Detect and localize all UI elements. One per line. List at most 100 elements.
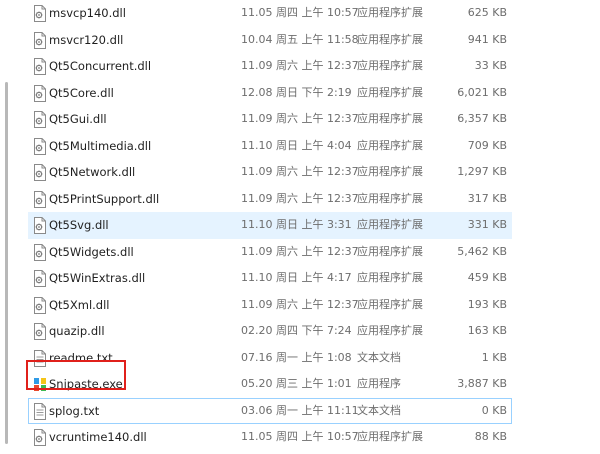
file-name: Qt5Concurrent.dll	[49, 59, 152, 73]
dll-file-icon	[33, 31, 47, 49]
snipaste-app-icon	[33, 376, 47, 393]
file-name: Qt5Gui.dll	[49, 112, 107, 126]
file-type: 应用程序	[357, 377, 401, 390]
file-type: 应用程序扩展	[357, 112, 423, 125]
file-type: 应用程序扩展	[357, 297, 423, 311]
dll-file-icon	[33, 243, 47, 261]
file-row[interactable]: quazip.dll 02.20 周四 下午 7:24 应用程序扩展 163 KB	[28, 318, 512, 345]
file-date-modified: 11.09 周六 上午 12:37	[241, 297, 359, 311]
file-type: 文本文档	[357, 350, 401, 364]
file-row[interactable]: Qt5Xml.dll 11.09 周六 上午 12:37 应用程序扩展 193 KB	[28, 292, 512, 319]
file-size: 6,357 KB	[457, 112, 507, 125]
vertical-scrollbar[interactable]	[0, 0, 13, 454]
file-date-modified: 05.20 周三 上午 1:01	[241, 377, 352, 390]
dll-file-icon	[33, 190, 47, 208]
text-file-icon	[33, 402, 47, 420]
dll-file-icon	[33, 217, 47, 234]
file-name: Qt5Network.dll	[49, 165, 136, 179]
file-date-modified: 11.09 周六 上午 12:37	[241, 112, 359, 125]
file-size: 331 KB	[467, 218, 507, 231]
file-type: 应用程序扩展	[357, 191, 423, 205]
file-name: quazip.dll	[49, 324, 105, 338]
dll-file-icon	[33, 111, 47, 128]
file-type: 应用程序扩展	[357, 138, 423, 152]
file-row[interactable]: Qt5Core.dll 12.08 周日 下午 2:19 应用程序扩展 6,021 K…	[28, 80, 512, 107]
file-size: 1 KB	[481, 350, 507, 364]
dll-file-icon	[33, 137, 47, 155]
file-name: Qt5Multimedia.dll	[49, 138, 152, 153]
file-size: 1,297 KB	[457, 165, 507, 178]
file-type: 应用程序扩展	[357, 32, 423, 46]
file-size: 193 KB	[467, 297, 507, 311]
file-name: Qt5WinExtras.dll	[49, 271, 146, 285]
file-size: 0 KB	[481, 403, 507, 417]
file-size: 317 KB	[467, 191, 507, 205]
file-row[interactable]: msvcp140.dll 11.05 周四 上午 10:57 应用程序扩展 625 K…	[28, 0, 512, 27]
file-date-modified: 03.06 周一 上午 11:11	[241, 403, 359, 417]
file-row[interactable]: Qt5Network.dll 11.09 周六 上午 12:37 应用程序扩展 1,2…	[28, 159, 512, 186]
file-type: 应用程序扩展	[357, 271, 423, 284]
file-size: 625 KB	[467, 6, 507, 19]
file-size: 459 KB	[467, 271, 507, 284]
file-size: 88 KB	[474, 430, 507, 443]
dll-file-icon	[33, 84, 47, 102]
file-type: 应用程序扩展	[357, 430, 423, 443]
text-file-icon	[33, 349, 47, 367]
dll-file-icon	[33, 5, 47, 22]
file-name: Qt5Core.dll	[49, 85, 114, 100]
file-row[interactable]: Qt5Concurrent.dll 11.09 周六 上午 12:37 应用程序扩展…	[28, 53, 512, 80]
file-row[interactable]: vcruntime140.dll 11.05 周四 上午 10:57 应用程序扩展 8…	[28, 424, 512, 451]
dll-file-icon	[33, 270, 47, 287]
file-row[interactable]: Qt5Svg.dll 11.10 周日 上午 3:31 应用程序扩展 331 KB	[28, 212, 512, 239]
file-size: 163 KB	[467, 324, 507, 337]
dll-file-icon	[33, 429, 47, 446]
file-date-modified: 10.04 周五 上午 11:58	[241, 32, 359, 46]
file-size: 33 KB	[474, 59, 507, 72]
file-row[interactable]: Qt5Multimedia.dll 11.10 周日 上午 4:04 应用程序扩展 7…	[28, 133, 512, 160]
file-row[interactable]: Qt5PrintSupport.dll 11.09 周六 上午 12:37 应用程序…	[28, 186, 512, 213]
file-date-modified: 11.10 周日 上午 4:04	[241, 138, 352, 152]
file-list: msvcp140.dll 11.05 周四 上午 10:57 应用程序扩展 625 K…	[28, 0, 512, 451]
file-type: 应用程序扩展	[357, 85, 423, 99]
file-row[interactable]: splog.txt 03.06 周一 上午 11:11 文本文档 0 KB	[28, 397, 512, 424]
file-type: 应用程序扩展	[357, 59, 423, 72]
dll-file-icon	[33, 58, 47, 75]
file-name: Qt5Svg.dll	[49, 218, 109, 232]
file-date-modified: 11.09 周六 上午 12:37	[241, 191, 359, 205]
file-size: 6,021 KB	[457, 85, 507, 99]
file-name: Qt5Xml.dll	[49, 297, 110, 312]
scrollbar-thumb[interactable]	[5, 82, 8, 444]
file-name: Qt5Widgets.dll	[49, 244, 134, 259]
file-size: 709 KB	[467, 138, 507, 152]
file-date-modified: 11.09 周六 上午 12:37	[241, 165, 359, 178]
file-date-modified: 11.10 周日 上午 3:31	[241, 218, 352, 231]
file-date-modified: 11.05 周四 上午 10:57	[241, 430, 359, 443]
file-size: 5,462 KB	[457, 244, 507, 258]
file-name: splog.txt	[49, 403, 100, 418]
file-name: msvcp140.dll	[49, 6, 126, 20]
file-name: readme.txt	[49, 350, 113, 365]
file-date-modified: 11.09 周六 上午 12:37	[241, 244, 359, 258]
file-type: 应用程序扩展	[357, 218, 423, 231]
file-date-modified: 11.09 周六 上午 12:37	[241, 59, 359, 72]
file-row[interactable]: Qt5WinExtras.dll 11.10 周日 上午 4:17 应用程序扩展 45…	[28, 265, 512, 292]
file-date-modified: 02.20 周四 下午 7:24	[241, 324, 352, 337]
file-size: 941 KB	[467, 32, 507, 46]
file-name: Snipaste.exe	[49, 377, 123, 391]
file-date-modified: 11.05 周四 上午 10:57	[241, 6, 359, 19]
file-name: msvcr120.dll	[49, 32, 124, 47]
file-row[interactable]: msvcr120.dll 10.04 周五 上午 11:58 应用程序扩展 941 K…	[28, 27, 512, 54]
file-row[interactable]: Snipaste.exe 05.20 周三 上午 1:01 应用程序 3,887 KB	[28, 371, 512, 398]
dll-file-icon	[33, 164, 47, 181]
file-row[interactable]: Qt5Gui.dll 11.09 周六 上午 12:37 应用程序扩展 6,357 K…	[28, 106, 512, 133]
file-row[interactable]: readme.txt 07.16 周一 上午 1:08 文本文档 1 KB	[28, 345, 512, 372]
dll-file-icon	[33, 296, 47, 314]
file-name: Qt5PrintSupport.dll	[49, 191, 160, 206]
file-row[interactable]: Qt5Widgets.dll 11.09 周六 上午 12:37 应用程序扩展 5,4…	[28, 239, 512, 266]
file-explorer-view: msvcp140.dll 11.05 周四 上午 10:57 应用程序扩展 625 K…	[0, 0, 600, 454]
file-type: 应用程序扩展	[357, 244, 423, 258]
dll-file-icon	[33, 323, 47, 340]
file-date-modified: 11.10 周日 上午 4:17	[241, 271, 352, 284]
file-type: 文本文档	[357, 403, 401, 417]
file-size: 3,887 KB	[457, 377, 507, 390]
